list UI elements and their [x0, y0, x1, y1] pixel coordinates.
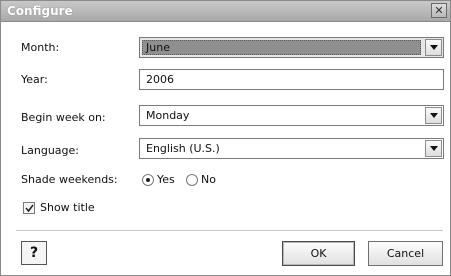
radio-selected-icon: [142, 173, 154, 186]
close-icon: ✕: [434, 4, 444, 17]
help-button[interactable]: ?: [21, 241, 47, 265]
chevron-down-icon: [430, 113, 438, 118]
year-input[interactable]: 2006: [139, 69, 444, 90]
shade-weekends-no-label: No: [201, 173, 216, 186]
help-icon: ?: [29, 245, 39, 261]
language-value: English (U.S.): [146, 142, 220, 155]
close-button[interactable]: ✕: [431, 3, 447, 18]
title-bar: Configure ✕: [1, 1, 450, 22]
language-dropdown-button[interactable]: [425, 140, 442, 157]
divider: [16, 230, 443, 231]
begin-week-select[interactable]: Monday: [139, 105, 444, 126]
show-title-label: Show title: [40, 201, 95, 214]
year-label: Year:: [21, 73, 48, 86]
year-value: 2006: [146, 73, 174, 86]
radio-unselected-icon: [186, 173, 198, 186]
shade-weekends-yes-label: Yes: [157, 173, 175, 186]
checkmark-icon: [25, 204, 34, 213]
shade-weekends-yes-radio[interactable]: Yes: [142, 173, 175, 186]
ok-button[interactable]: OK: [282, 241, 355, 266]
chevron-down-icon: [430, 45, 438, 50]
chevron-down-icon: [430, 146, 438, 151]
month-value: June: [146, 41, 170, 54]
month-label: Month:: [21, 41, 60, 54]
month-dropdown-button[interactable]: [425, 39, 442, 56]
dialog-title: Configure: [7, 4, 73, 18]
language-select[interactable]: English (U.S.): [139, 138, 444, 159]
language-label: Language:: [21, 144, 79, 157]
begin-week-dropdown-button[interactable]: [425, 107, 442, 124]
begin-week-value: Monday: [146, 109, 190, 122]
shade-weekends-no-radio[interactable]: No: [186, 173, 216, 186]
cancel-button[interactable]: Cancel: [368, 241, 443, 266]
configure-dialog: Configure ✕ Month: June Year: 2006 Begin…: [0, 0, 451, 276]
begin-week-label: Begin week on:: [21, 111, 106, 124]
shade-weekends-label: Shade weekends:: [21, 173, 118, 186]
month-select[interactable]: June: [139, 37, 444, 58]
show-title-checkbox[interactable]: [23, 202, 35, 214]
